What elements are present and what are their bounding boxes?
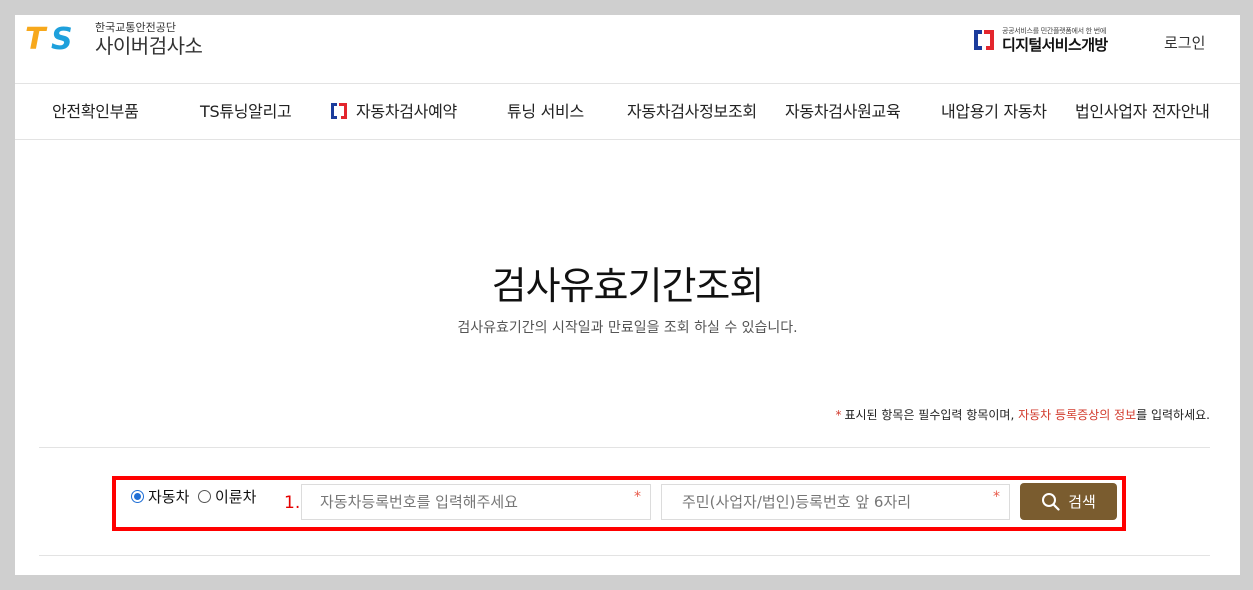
id-number-field[interactable] — [661, 484, 1010, 520]
digital-service-logo-icon — [331, 103, 347, 119]
nav-item-ts-tuning[interactable]: TS튜닝알리고 — [200, 84, 292, 139]
nav-item-tuning-service[interactable]: 튜닝 서비스 — [507, 84, 584, 139]
digital-service-banner[interactable]: 공공서비스를 민간플랫폼에서 한 번에 디지털서비스개방 — [971, 26, 1108, 54]
radio-checked-icon — [131, 490, 144, 503]
site-header: T S 한국교통안전공단 사이버검사소 공공서비스를 민간플랫폼에서 한 번에 … — [15, 15, 1240, 84]
required-notice: * 표시된 항목은 필수입력 항목이며, 자동차 등록증상의 정보를 입력하세요. — [835, 406, 1210, 423]
site-name: 사이버검사소 — [95, 34, 203, 58]
field2-required-star: * — [993, 489, 1000, 505]
radio-motorcycle-label: 이륜차 — [215, 488, 257, 506]
divider-bottom — [39, 555, 1210, 556]
site-logo[interactable]: T S 한국교통안전공단 사이버검사소 — [25, 21, 203, 58]
field1-required-star: * — [634, 489, 641, 505]
digital-service-logo-icon — [972, 28, 996, 52]
nav-item-safety-parts[interactable]: 안전확인부품 — [52, 84, 139, 139]
page-title: 검사유효기간조회 — [491, 264, 765, 308]
notice-text-end: 를 입력하세요. — [1136, 408, 1210, 422]
page-subtitle: 검사유효기간의 시작일과 만료일을 조회 하실 수 있습니다. — [457, 320, 798, 336]
notice-text: 표시된 항목은 필수입력 항목이며, — [844, 408, 1015, 422]
vehicle-number-input[interactable] — [302, 485, 650, 519]
page-frame: T S 한국교통안전공단 사이버검사소 공공서비스를 민간플랫폼에서 한 번에 … — [15, 15, 1240, 575]
org-name: 한국교통안전공단 — [95, 21, 176, 34]
nav-item-inspection-info[interactable]: 자동차검사정보조회 — [627, 84, 757, 139]
ts-logo-mark: T S — [25, 21, 83, 57]
radio-car-label: 자동차 — [148, 488, 190, 506]
divider-top — [39, 447, 1210, 448]
search-icon — [1042, 493, 1060, 511]
radio-car[interactable]: 자동차 — [131, 486, 189, 507]
logo-mark-t: T — [25, 21, 45, 57]
nav-item-corporate-notice[interactable]: 법인사업자 전자안내 — [1075, 84, 1210, 139]
logo-mark-s: S — [51, 21, 73, 57]
radio-motorcycle[interactable]: 이륜차 — [198, 486, 256, 507]
radio-unchecked-icon — [198, 490, 211, 503]
search-button[interactable]: 검색 — [1020, 483, 1117, 520]
nav-item-pressure-vessel[interactable]: 내압용기 자동차 — [941, 84, 1047, 139]
login-link[interactable]: 로그인 — [1164, 32, 1205, 53]
main-nav: 안전확인부품 TS튜닝알리고 자동차검사예약 튜닝 서비스 자동차검사정보조회 … — [15, 84, 1240, 140]
digital-service-caption: 공공서비스를 민간플랫폼에서 한 번에 — [1002, 27, 1107, 35]
notice-highlight: 자동차 등록증상의 정보 — [1018, 408, 1137, 422]
digital-service-text: 공공서비스를 민간플랫폼에서 한 번에 디지털서비스개방 — [1002, 26, 1108, 54]
vehicle-number-field[interactable] — [301, 484, 651, 520]
nav-item-inspector-education[interactable]: 자동차검사원교육 — [785, 84, 901, 139]
logo-text: 한국교통안전공단 사이버검사소 — [95, 21, 203, 58]
search-button-label: 검색 — [1068, 493, 1096, 511]
nav-item-label: 자동차검사예약 — [356, 102, 457, 121]
field1-number: 1. — [284, 493, 301, 513]
required-star: * — [835, 408, 842, 422]
id-number-input[interactable] — [662, 485, 1009, 519]
digital-service-title: 디지털서비스개방 — [1002, 36, 1108, 54]
nav-item-inspection-reservation[interactable]: 자동차검사예약 — [330, 84, 457, 139]
